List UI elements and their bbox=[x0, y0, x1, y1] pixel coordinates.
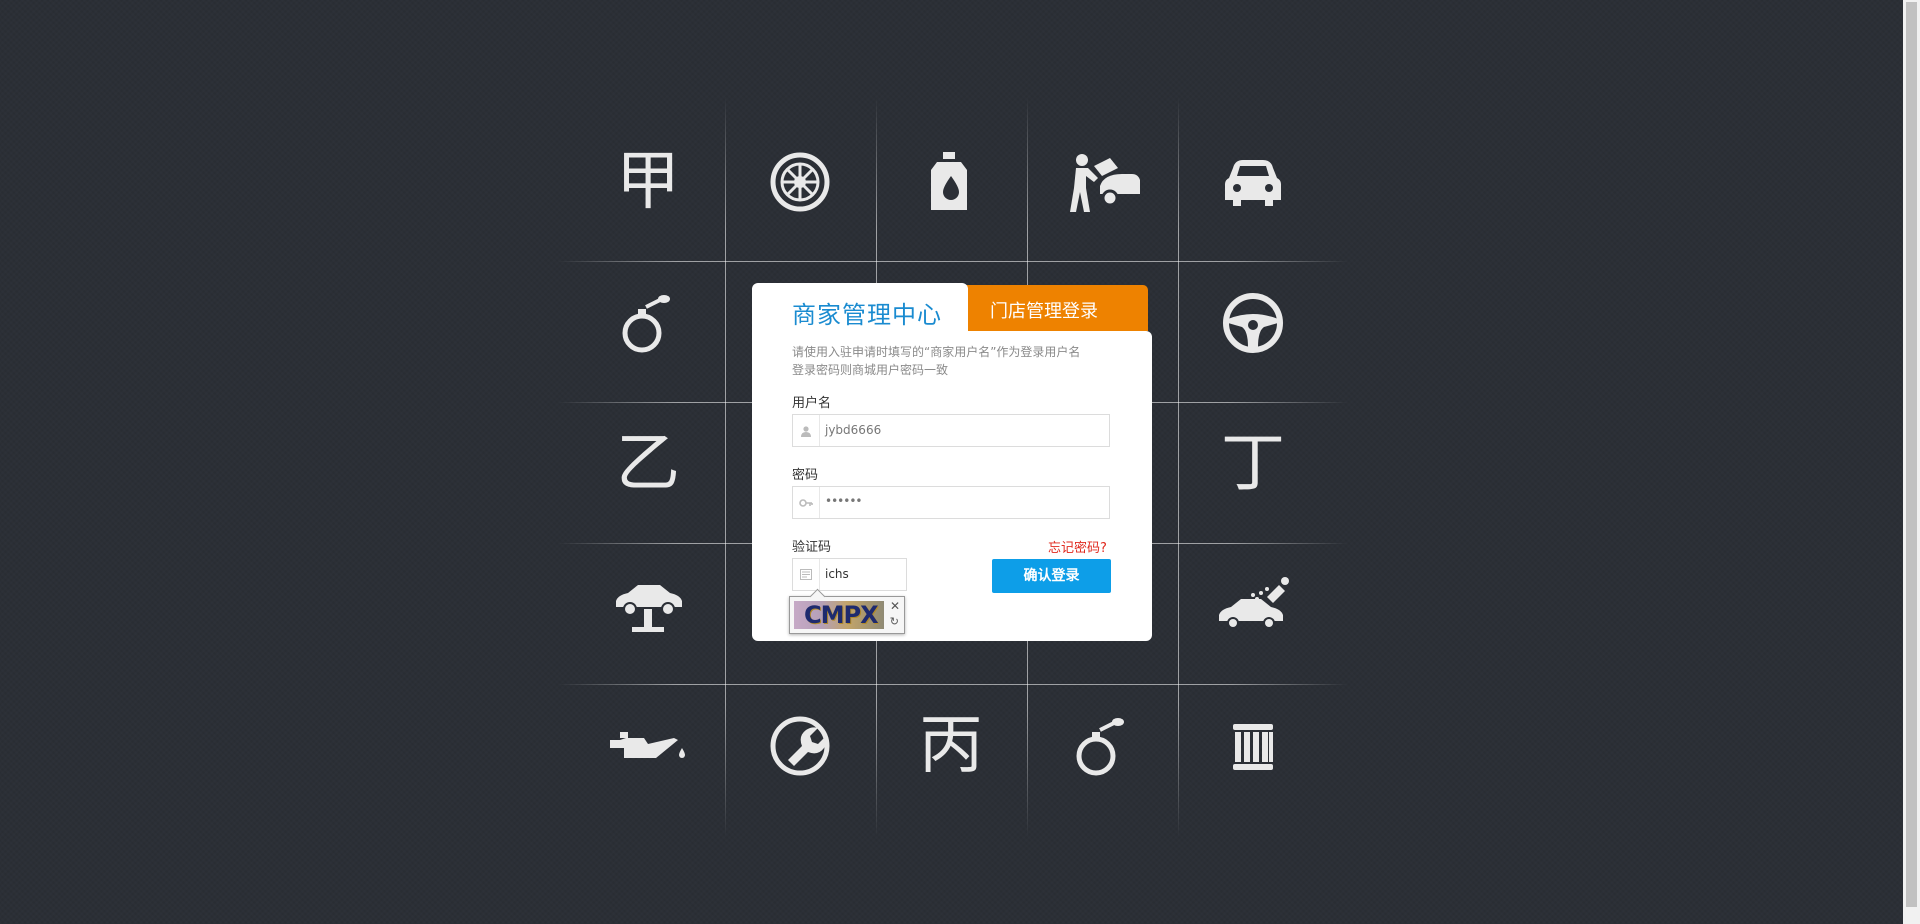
mechanic-icon bbox=[1070, 153, 1140, 212]
username-field[interactable]: jybd6666 bbox=[792, 414, 1110, 447]
grid-cell: 甲 bbox=[573, 111, 723, 252]
close-icon[interactable]: ✕ bbox=[890, 599, 900, 613]
character-glyph: 丙 bbox=[919, 708, 983, 783]
grid-cell bbox=[1178, 252, 1328, 393]
scrollbar-thumb[interactable] bbox=[1906, 2, 1917, 907]
car-front-icon bbox=[1225, 159, 1281, 206]
captcha-label: 验证码 bbox=[792, 540, 832, 555]
character-glyph: 乙 bbox=[616, 426, 680, 501]
login-hint: 请使用入驻申请时填写的“商家用户名”作为登录用户名 登录密码则商城用户密码一致 bbox=[792, 345, 1081, 377]
page-scrollbar[interactable] bbox=[1903, 0, 1920, 924]
grid-cell bbox=[573, 534, 723, 675]
grid-cell: 乙 bbox=[573, 393, 723, 534]
grid-cell bbox=[573, 252, 723, 393]
captcha-popup: CMPX ✕ ↻ bbox=[789, 596, 905, 634]
password-value: •••••• bbox=[825, 494, 862, 508]
captcha-code: CMPX bbox=[804, 601, 879, 629]
car-lift-icon bbox=[616, 584, 682, 632]
wheel-icon bbox=[770, 152, 830, 211]
key-icon bbox=[793, 487, 820, 518]
captcha-image[interactable]: CMPX bbox=[794, 601, 884, 629]
character-glyph: 丁 bbox=[1221, 426, 1285, 501]
tab-merchant-center[interactable]: 商家管理中心 bbox=[752, 283, 968, 343]
character-glyph: 甲 bbox=[616, 144, 680, 219]
grid-cell bbox=[1178, 534, 1328, 675]
air-freshener-icon bbox=[1076, 717, 1124, 775]
password-label: 密码 bbox=[792, 468, 819, 483]
tab-store-login-label: 门店管理登录 bbox=[990, 301, 1098, 322]
grid-cell bbox=[1178, 675, 1328, 816]
password-field[interactable]: •••••• bbox=[792, 486, 1110, 519]
grid-cell bbox=[876, 111, 1026, 252]
captcha-value: ichs bbox=[825, 567, 849, 581]
username-label: 用户名 bbox=[792, 396, 832, 411]
login-panel: 门店管理登录 商家管理中心 请使用入驻申请时填写的“商家用户名”作为登录用户名 … bbox=[752, 283, 1152, 641]
grid-cell bbox=[1027, 675, 1177, 816]
captcha-icon bbox=[793, 559, 820, 590]
user-icon bbox=[793, 415, 820, 446]
steering-wheel-icon bbox=[1223, 292, 1283, 353]
grid-cell: 丙 bbox=[876, 675, 1026, 816]
grid-cell bbox=[1178, 111, 1328, 252]
refresh-icon[interactable]: ↻ bbox=[890, 615, 899, 628]
username-value: jybd6666 bbox=[825, 423, 882, 437]
grid-cell bbox=[1027, 111, 1177, 252]
grid-cell bbox=[573, 675, 723, 816]
car-wash-icon bbox=[1219, 576, 1289, 629]
tab-store-login[interactable]: 门店管理登录 bbox=[958, 285, 1148, 331]
forgot-password-link[interactable]: 忘记密码? bbox=[1048, 537, 1107, 556]
oil-can-icon bbox=[610, 731, 685, 758]
captcha-field[interactable]: ichs bbox=[792, 558, 907, 591]
grid-cell bbox=[725, 675, 875, 816]
grid-cell bbox=[725, 111, 875, 252]
grid-cell: 丁 bbox=[1178, 393, 1328, 534]
confirm-login-button[interactable]: 确认登录 bbox=[992, 559, 1111, 593]
tab-merchant-center-label: 商家管理中心 bbox=[792, 301, 942, 329]
air-freshener-icon bbox=[622, 294, 670, 352]
oil-bottle-icon bbox=[931, 151, 967, 210]
air-filter-icon bbox=[1233, 723, 1273, 770]
wrench-circle-icon bbox=[770, 716, 830, 775]
